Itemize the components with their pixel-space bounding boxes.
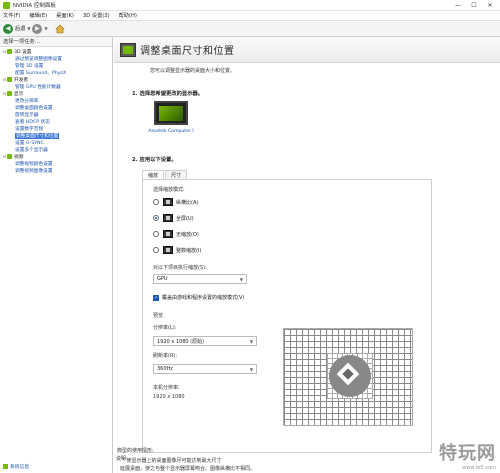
window-title: NVIDIA 控制面板 <box>13 3 56 9</box>
home-button[interactable] <box>55 23 66 34</box>
tree-item-digital-audio[interactable]: 设置数字音频 <box>2 125 112 132</box>
resolution-label: 分辨率(L): <box>153 325 177 331</box>
chevron-down-icon: ▼ <box>44 26 48 31</box>
tree-item-gpu-counters[interactable]: 管理 GPU 性能计数器 <box>2 83 112 90</box>
tree-item-video-color[interactable]: 调整视频颜色设置 <box>2 160 112 167</box>
native-resolution-value: 1920 x 1080 <box>153 394 185 400</box>
settings-tabs: 缩放 尺寸 <box>142 170 188 179</box>
menu-help[interactable]: 帮助(H) <box>119 12 137 19</box>
page-description: 您可以调整显示器的桌面大小和位置。 <box>150 68 236 74</box>
minimize-icon[interactable]: — <box>450 2 466 9</box>
aspect-ratio-icon <box>163 198 173 206</box>
info-icon <box>3 464 8 469</box>
monitor-label: Asustek Computer I <box>148 129 194 134</box>
typical-usage-item: • 使显示器上的桌面图像尽可能达到最大尺寸 <box>122 457 222 464</box>
tree-item-change-resolution[interactable]: 更改分辨率 <box>2 97 112 104</box>
tree-item-manage-3d[interactable]: 管理 3D 设置 <box>2 62 112 69</box>
chevron-down-icon: ▼ <box>239 276 243 282</box>
resolution-select[interactable]: 1920 x 1080 (原始) ▼ <box>153 336 257 346</box>
tree-item-desktop-size[interactable]: 调整桌面尺寸和位置 <box>2 132 112 139</box>
forward-arrow-icon: ▶ <box>32 23 43 34</box>
category-icon <box>7 77 12 82</box>
tree-item-desktop-color[interactable]: 调整桌面颜色设置 <box>2 104 112 111</box>
preview-label: 预览 <box>153 313 164 319</box>
tab-scaling[interactable]: 缩放 <box>142 170 165 179</box>
task-tree: ⊟ 3D 设置 通过预览调整图像设置 管理 3D 设置 配置 Surround、P… <box>0 47 112 174</box>
menu-edit[interactable]: 编辑(E) <box>29 12 47 19</box>
radio-button[interactable] <box>153 199 159 205</box>
menu-3d-settings[interactable]: 3D 设置(3) <box>83 12 110 19</box>
checkbox-checked[interactable]: ✓ <box>153 294 159 301</box>
chevron-down-icon: ▼ <box>27 26 31 31</box>
notes-description: 延展桌面，使之与整个显示器屏幕吻合。图像纵横比不相同。 <box>120 466 256 472</box>
tree-category-display[interactable]: ⊟ 显示 <box>2 90 112 97</box>
chevron-down-icon: ▼ <box>249 338 253 344</box>
watermark-url: www.te5.com <box>462 465 496 471</box>
typical-usage-title: 典型的使用情形: <box>117 448 154 454</box>
scaling-preview <box>283 328 413 426</box>
back-label: 后退 <box>15 26 26 32</box>
desktop-size-icon <box>120 42 136 57</box>
full-screen-icon <box>163 214 173 222</box>
menu-bar: 文件(F) 编辑(E) 桌面(K) 3D 设置(3) 帮助(H) <box>0 11 500 20</box>
category-icon <box>7 154 12 159</box>
monitor-icon <box>154 101 188 125</box>
scaling-mode-label: 选择缩放模式: <box>153 187 185 193</box>
tree-item-multiple-displays[interactable]: 设置多个显示器 <box>2 146 112 153</box>
task-pane-header: 选择一项任务... <box>0 37 112 47</box>
step-1-heading: 1. 选择您希望更改的显示器。 <box>132 91 204 97</box>
tree-item-surround-physx[interactable]: 配置 Surround、PhysX <box>2 69 112 76</box>
page-title: 调整桌面尺寸和位置 <box>140 46 235 57</box>
category-icon <box>7 49 12 54</box>
title-bar: NVIDIA 控制面板 — ☐ ✕ <box>0 0 500 11</box>
back-arrow-icon: ◀ <box>3 23 13 34</box>
tree-item-preview-image[interactable]: 通过预览调整图像设置 <box>2 55 112 62</box>
task-pane: 选择一项任务... ⊟ 3D 设置 通过预览调整图像设置 管理 3D 设置 配置 … <box>0 37 113 473</box>
system-info-link[interactable]: 系统信息 <box>3 463 29 470</box>
settings-panel: 选择缩放模式: 纵横比(A) 全屏(U) 无缩放(O) 整数缩放(I) 对以下项… <box>142 179 432 453</box>
menu-file[interactable]: 文件(F) <box>3 12 20 19</box>
radio-button[interactable] <box>153 247 159 253</box>
tree-category-developer[interactable]: ⊟ 开发者 <box>2 76 112 83</box>
tree-item-hdcp-status[interactable]: 查看 HDCP 状态 <box>2 118 112 125</box>
mode-integer-scaling[interactable]: 整数缩放(I) <box>153 246 201 254</box>
category-icon <box>7 91 12 96</box>
no-scaling-icon <box>163 230 173 238</box>
back-button[interactable]: ◀ 后退 ▼ <box>3 23 30 35</box>
watermark: 特玩网 www.te5.com <box>439 439 496 471</box>
mode-full-screen[interactable]: 全屏(U) <box>153 214 194 222</box>
radio-button[interactable] <box>153 231 159 237</box>
refresh-rate-select[interactable]: 360Hz ▼ <box>153 364 257 374</box>
override-scaling-checkbox-row[interactable]: ✓ 覆盖由游戏和程序设置的缩放模式(V) <box>153 294 244 301</box>
close-icon[interactable]: ✕ <box>482 2 498 9</box>
tree-item-video-image[interactable]: 调整视频图像设置 <box>2 167 112 174</box>
integer-scaling-icon <box>163 246 173 254</box>
page-header: 调整桌面尺寸和位置 <box>114 37 500 63</box>
tree-item-gsync[interactable]: 设置 G-SYNC <box>2 139 112 146</box>
monitor-selector[interactable]: Asustek Computer I <box>141 101 201 134</box>
nvidia-app-icon <box>3 1 10 9</box>
forward-button[interactable]: ▶ ▼ <box>32 23 48 35</box>
step-2-heading: 2. 应用以下设置。 <box>132 157 177 163</box>
native-resolution-label: 本机分辨率: <box>153 385 180 391</box>
watermark-logo: 特玩网 <box>439 443 496 464</box>
home-icon <box>55 24 65 33</box>
tree-item-rotate-display[interactable]: 旋转显示器 <box>2 111 112 118</box>
mode-no-scaling[interactable]: 无缩放(O) <box>153 230 199 238</box>
maximize-icon[interactable]: ☐ <box>466 2 482 9</box>
perform-scaling-select[interactable]: GPU ▼ <box>153 274 247 284</box>
tab-size[interactable]: 尺寸 <box>165 170 188 179</box>
window-controls: — ☐ ✕ <box>450 0 498 11</box>
tree-category-3d[interactable]: ⊟ 3D 设置 <box>2 48 112 55</box>
radio-button-selected[interactable] <box>153 215 159 221</box>
chevron-down-icon: ▼ <box>249 366 253 372</box>
mode-aspect-ratio[interactable]: 纵横比(A) <box>153 198 198 206</box>
tree-category-video[interactable]: ⊟ 视频 <box>2 153 112 160</box>
menu-desktop[interactable]: 桌面(K) <box>56 12 74 19</box>
perform-scaling-label: 对以下项目执行缩放(S): <box>153 265 207 271</box>
content-pane: 调整桌面尺寸和位置 您可以调整显示器的桌面大小和位置。 1. 选择您希望更改的显… <box>114 37 500 473</box>
refresh-rate-label: 刷新率(R): <box>153 353 178 359</box>
toolbar: ◀ 后退 ▼ ▶ ▼ <box>0 20 500 37</box>
preview-test-pattern <box>327 353 373 399</box>
